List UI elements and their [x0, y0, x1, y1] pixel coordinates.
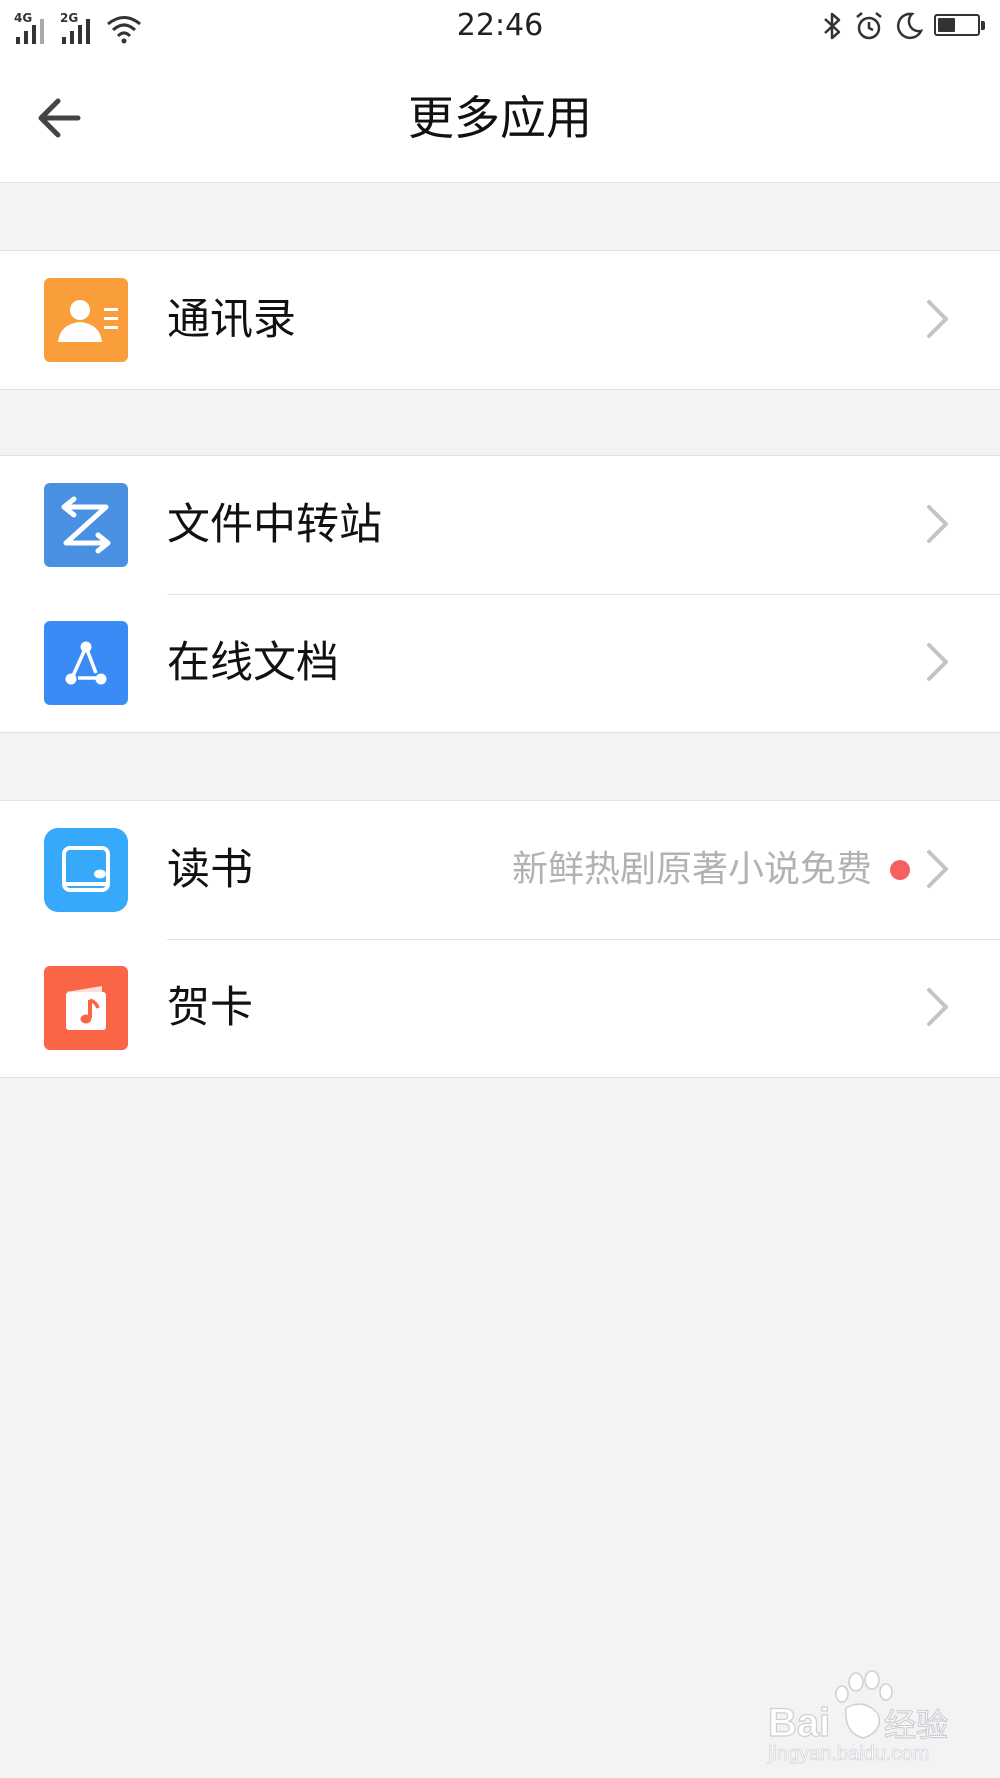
chevron-right-icon [927, 505, 948, 543]
row-contacts[interactable]: 通讯录 [0, 251, 1000, 389]
row-online-doc-label: 在线文档 [167, 638, 339, 688]
greeting-card-icon [44, 966, 128, 1050]
row-reading-subtitle: 新鲜热剧原著小说免费 [511, 849, 872, 890]
alarm-icon [856, 12, 882, 40]
watermark-brand: Bai [768, 1701, 830, 1745]
online-doc-icon [44, 621, 128, 705]
row-file-transfer[interactable]: 文件中转站 [0, 456, 1000, 594]
page-title: 更多应用 [408, 91, 592, 145]
battery-icon [934, 14, 986, 38]
battery-level-fill [938, 18, 955, 32]
chevron-right-icon [927, 643, 948, 681]
group-files: 文件中转站 在线文档 [0, 455, 1000, 733]
row-reading-label: 读书 [167, 845, 253, 895]
bluetooth-icon [824, 12, 841, 40]
contacts-icon [44, 278, 128, 362]
row-file-transfer-label: 文件中转站 [167, 500, 382, 550]
watermark-brand-suffix: 经验 [884, 1706, 948, 1744]
chevron-right-icon [927, 300, 948, 338]
baidu-jingyan-watermark-logo: Bai 经验 jingyan.baidu.com [767, 1670, 949, 1764]
new-badge-dot [890, 860, 910, 880]
watermark-url: jingyan.baidu.com [767, 1743, 929, 1764]
status-right [822, 10, 986, 42]
chevron-right-icon [927, 850, 948, 888]
row-reading[interactable]: 读书 新鲜热剧原著小说免费 [0, 801, 1000, 939]
navigation-bar: 更多应用 [0, 52, 1000, 183]
row-greeting-card-label: 贺卡 [167, 983, 253, 1033]
status-bar: 4G 2G 22:46 [0, 0, 1000, 52]
file-transfer-icon [44, 483, 128, 567]
row-greeting-card[interactable]: 贺卡 [0, 939, 1000, 1077]
chevron-right-icon [927, 988, 948, 1026]
do-not-disturb-moon-icon [896, 12, 924, 40]
group-entertainment: 读书 新鲜热剧原著小说免费 贺卡 [0, 800, 1000, 1078]
row-online-doc[interactable]: 在线文档 [0, 594, 1000, 732]
group-contacts: 通讯录 [0, 250, 1000, 390]
row-contacts-label: 通讯录 [167, 295, 296, 345]
reading-icon [44, 828, 128, 912]
